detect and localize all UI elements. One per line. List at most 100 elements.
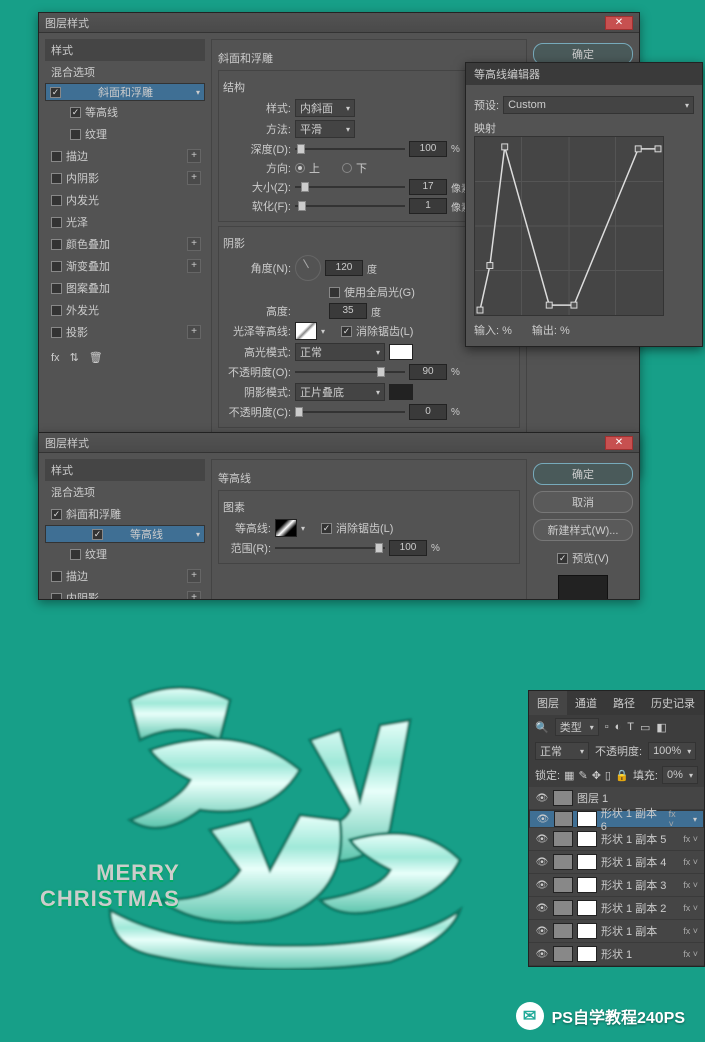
editor-title[interactable]: 等高线编辑器 bbox=[466, 63, 702, 85]
highlight-mode[interactable]: 正常 bbox=[295, 343, 385, 361]
visibility-icon[interactable]: 👁 bbox=[535, 857, 549, 868]
layer-row[interactable]: 👁形状 1 副本 6fx ˅ bbox=[529, 810, 704, 828]
tab-paths[interactable]: 路径 bbox=[605, 691, 643, 715]
visibility-icon[interactable]: 👁 bbox=[535, 949, 549, 960]
lock-artboard-icon[interactable]: ▯ bbox=[605, 769, 611, 782]
style-checkbox[interactable] bbox=[92, 529, 103, 540]
filter-adj-icon[interactable]: ◐ bbox=[615, 721, 622, 733]
style-item[interactable]: 颜色叠加+ bbox=[45, 233, 205, 255]
visibility-icon[interactable]: 👁 bbox=[535, 903, 549, 914]
add-effect-icon[interactable]: + bbox=[187, 171, 201, 185]
tab-layers[interactable]: 图层 bbox=[529, 691, 567, 715]
visibility-icon[interactable]: 👁 bbox=[535, 793, 549, 804]
style-checkbox[interactable] bbox=[50, 87, 61, 98]
style-item[interactable]: 等高线 bbox=[45, 525, 205, 543]
style-item[interactable]: 投影+ bbox=[45, 321, 205, 343]
fx-badge[interactable]: fx ˅ bbox=[683, 834, 698, 844]
tab-history[interactable]: 历史记录 bbox=[643, 691, 703, 715]
fill-input[interactable]: 0% bbox=[662, 766, 698, 784]
add-effect-icon[interactable]: + bbox=[187, 149, 201, 163]
layer-row[interactable]: 👁形状 1 副本 5fx ˅ bbox=[529, 828, 704, 851]
style-item[interactable]: 光泽 bbox=[45, 211, 205, 233]
filter-pixel-icon[interactable]: ▫ bbox=[605, 721, 609, 733]
gloss-contour[interactable] bbox=[295, 322, 317, 340]
style-item[interactable]: 内发光 bbox=[45, 189, 205, 211]
layer-row[interactable]: 👁形状 1 副本 3fx ˅ bbox=[529, 874, 704, 897]
style-checkbox[interactable] bbox=[70, 129, 81, 140]
layer-row[interactable]: 👁形状 1 副本fx ˅ bbox=[529, 920, 704, 943]
soften-slider[interactable] bbox=[295, 199, 405, 213]
layer-row[interactable]: 👁形状 1 副本 2fx ˅ bbox=[529, 897, 704, 920]
trash-icon[interactable]: 🗑 bbox=[89, 351, 103, 364]
preset-select[interactable]: Custom bbox=[503, 96, 694, 114]
angle-input[interactable]: 120 bbox=[325, 260, 363, 276]
add-effect-icon[interactable]: + bbox=[187, 237, 201, 251]
sh-opacity-slider[interactable] bbox=[295, 405, 405, 419]
style-checkbox[interactable] bbox=[70, 549, 81, 560]
fx-badge[interactable]: fx ˅ bbox=[683, 903, 698, 913]
style-checkbox[interactable] bbox=[51, 571, 62, 582]
blend-mode[interactable]: 正常 bbox=[535, 742, 589, 760]
style-item[interactable]: 内阴影+ bbox=[45, 167, 205, 189]
dir-up-radio[interactable] bbox=[295, 163, 305, 173]
style-item[interactable]: 等高线 bbox=[45, 101, 205, 123]
filter-kind[interactable]: 类型 bbox=[555, 718, 599, 736]
depth-input[interactable]: 100 bbox=[409, 141, 447, 157]
fx-badge[interactable]: fx ˅ bbox=[683, 857, 698, 867]
style-item[interactable]: 描边+ bbox=[45, 565, 205, 587]
global-light-checkbox[interactable] bbox=[329, 287, 340, 298]
style-item[interactable]: 外发光 bbox=[45, 299, 205, 321]
fx-badge[interactable]: fx ˅ bbox=[669, 809, 683, 829]
size-slider[interactable] bbox=[295, 180, 405, 194]
fx-badge[interactable]: fx ˅ bbox=[683, 880, 698, 890]
titlebar[interactable]: 图层样式 ✕ bbox=[39, 433, 639, 453]
style-checkbox[interactable] bbox=[51, 217, 62, 228]
technique-select[interactable]: 平滑 bbox=[295, 120, 355, 138]
hl-opacity-slider[interactable] bbox=[295, 365, 405, 379]
styles-header[interactable]: 样式 bbox=[45, 39, 205, 61]
add-effect-icon[interactable]: + bbox=[187, 259, 201, 273]
style-checkbox[interactable] bbox=[51, 151, 62, 162]
lock-pos-icon[interactable]: ✥ bbox=[592, 769, 601, 782]
contour-thumb[interactable] bbox=[275, 519, 297, 537]
visibility-icon[interactable]: 👁 bbox=[535, 834, 549, 845]
fx-badge[interactable]: fx ˅ bbox=[683, 949, 698, 959]
shadow-color[interactable] bbox=[389, 384, 413, 400]
soften-input[interactable]: 1 bbox=[409, 198, 447, 214]
depth-slider[interactable] bbox=[295, 142, 405, 156]
lock-trans-icon[interactable]: ▦ bbox=[564, 769, 574, 782]
range-slider[interactable] bbox=[275, 541, 385, 555]
filter-type-icon[interactable]: T bbox=[627, 721, 634, 733]
contour-graph[interactable] bbox=[474, 136, 664, 316]
style-checkbox[interactable] bbox=[70, 107, 81, 118]
blending-options[interactable]: 混合选项 bbox=[45, 61, 205, 83]
style-item[interactable]: 图案叠加 bbox=[45, 277, 205, 299]
cancel-button[interactable]: 取消 bbox=[533, 491, 633, 513]
fx-badge[interactable]: fx ˅ bbox=[683, 926, 698, 936]
visibility-icon[interactable]: 👁 bbox=[536, 814, 550, 825]
close-icon[interactable]: ✕ bbox=[605, 16, 633, 30]
layer-row[interactable]: 👁形状 1fx ˅ bbox=[529, 943, 704, 966]
style-item[interactable]: 描边+ bbox=[45, 145, 205, 167]
style-checkbox[interactable] bbox=[51, 593, 62, 601]
close-icon[interactable]: ✕ bbox=[605, 436, 633, 450]
style-checkbox[interactable] bbox=[51, 173, 62, 184]
filter-shape-icon[interactable]: ▭ bbox=[640, 721, 650, 734]
lock-all-icon[interactable]: 🔒 bbox=[615, 769, 629, 782]
up-down-icon[interactable]: ⇅ bbox=[70, 351, 79, 364]
opacity-input[interactable]: 100% bbox=[648, 742, 696, 760]
antialias-checkbox[interactable] bbox=[341, 326, 352, 337]
style-checkbox[interactable] bbox=[51, 327, 62, 338]
style-item[interactable]: 纹理 bbox=[45, 543, 205, 565]
range-input[interactable]: 100 bbox=[389, 540, 427, 556]
style-checkbox[interactable] bbox=[51, 239, 62, 250]
hl-opacity-input[interactable]: 90 bbox=[409, 364, 447, 380]
altitude-input[interactable]: 35 bbox=[329, 303, 367, 319]
antialias-checkbox[interactable] bbox=[321, 523, 332, 534]
sh-opacity-input[interactable]: 0 bbox=[409, 404, 447, 420]
new-style-button[interactable]: 新建样式(W)... bbox=[533, 519, 633, 541]
search-icon[interactable]: 🔍 bbox=[535, 721, 549, 734]
fx-icon[interactable]: fx bbox=[51, 352, 60, 364]
add-effect-icon[interactable]: + bbox=[187, 591, 201, 600]
ok-button[interactable]: 确定 bbox=[533, 463, 633, 485]
